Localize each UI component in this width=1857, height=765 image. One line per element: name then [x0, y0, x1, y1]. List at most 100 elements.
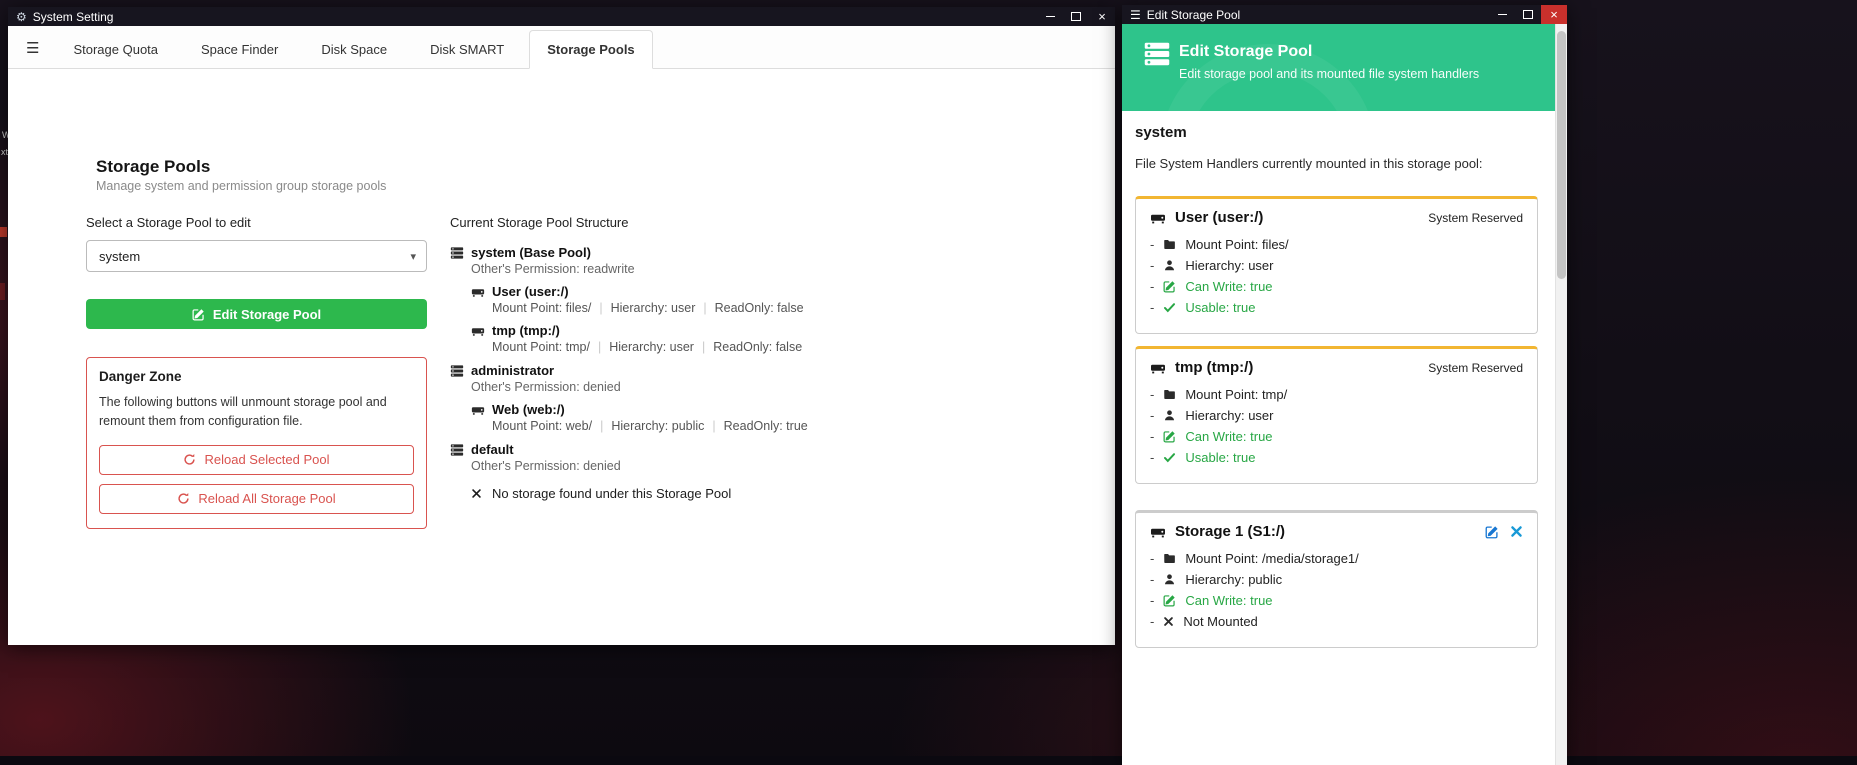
maximize-button[interactable]: [1515, 5, 1541, 24]
maximize-button[interactable]: [1063, 7, 1089, 26]
pool-permission: Other's Permission: denied: [471, 459, 1070, 473]
reload-all-pool-button[interactable]: Reload All Storage Pool: [99, 484, 414, 514]
dash: [1150, 237, 1154, 252]
dash: [1150, 300, 1154, 315]
empty-pool-text: No storage found under this Storage Pool: [492, 486, 731, 501]
maximize-icon: [1071, 12, 1081, 21]
separator: [712, 419, 715, 433]
pool-permission: Other's Permission: denied: [471, 380, 1070, 394]
gear-icon: ⚙: [16, 10, 27, 24]
close-button[interactable]: ×: [1089, 7, 1115, 26]
pool-structure-panel: Current Storage Pool Structure system (B…: [450, 215, 1070, 510]
edit-handler-button[interactable]: [1485, 525, 1499, 539]
tab-storage-pools[interactable]: Storage Pools: [529, 30, 652, 69]
tree-pool-header: administrator: [450, 363, 1070, 378]
edit-banner: Edit Storage Pool Edit storage pool and …: [1122, 24, 1567, 111]
pool-name: system: [1135, 124, 1187, 141]
tab-disk-smart[interactable]: Disk SMART: [412, 30, 522, 69]
structure-title: Current Storage Pool Structure: [450, 215, 1070, 230]
fs-detail: Hierarchy: user: [609, 340, 694, 354]
tree-fs-web: Web (web:/) Mount Point: web/ Hierarchy:…: [471, 402, 1070, 433]
handlers-description: File System Handlers currently mounted i…: [1135, 156, 1483, 171]
user-icon: [1163, 259, 1176, 272]
danger-zone-description: The following buttons will unmount stora…: [99, 393, 414, 432]
hdd-icon: [1150, 524, 1166, 540]
pool-edit-panel: Select a Storage Pool to edit system ▾ E…: [86, 215, 427, 529]
tree-pool-administrator: administrator Other's Permission: denied…: [450, 363, 1070, 433]
dash: [1150, 258, 1154, 273]
dash: [1150, 572, 1154, 587]
fs-details: Mount Point: files/ Hierarchy: user Read…: [492, 301, 1070, 315]
hdd-icon: [471, 403, 485, 417]
scrollbar-thumb[interactable]: [1557, 31, 1566, 279]
storage-pool-select[interactable]: system ▾: [86, 240, 427, 272]
remove-handler-button[interactable]: [1510, 525, 1523, 538]
fs-handler-card-storage1: Storage 1 (S1:/) Mount Point: /me: [1135, 510, 1538, 648]
pool-title: administrator: [471, 363, 554, 378]
tab-disk-space[interactable]: Disk Space: [303, 30, 405, 69]
pool-title: system (Base Pool): [471, 245, 591, 260]
danger-zone-card: Danger Zone The following buttons will u…: [86, 357, 427, 529]
row-text: Hierarchy: user: [1185, 408, 1273, 423]
separator: [600, 419, 603, 433]
pool-permission: Other's Permission: readwrite: [471, 262, 1070, 276]
card-rows: Mount Point: /media/storage1/ Hierarchy:…: [1150, 551, 1523, 629]
row-text: Mount Point: files/: [1185, 237, 1288, 252]
card-rows: Mount Point: tmp/ Hierarchy: user Can Wr…: [1150, 387, 1523, 465]
reload-selected-pool-button[interactable]: Reload Selected Pool: [99, 445, 414, 475]
row-text: Can Write: true: [1185, 593, 1272, 608]
dash: [1150, 408, 1154, 423]
row-text: Usable: true: [1185, 450, 1255, 465]
fs-title: tmp (tmp:/): [492, 323, 560, 338]
danger-zone-title: Danger Zone: [99, 369, 414, 384]
fs-detail: Mount Point: web/: [492, 419, 592, 433]
mount-point-row: Mount Point: tmp/: [1150, 387, 1523, 402]
folder-icon: [1163, 388, 1176, 401]
pencil-square-icon: [1163, 594, 1176, 607]
hdd-icon: [471, 324, 485, 338]
separator: [598, 340, 601, 354]
minimize-button[interactable]: [1489, 5, 1515, 24]
tree-fs-user: User (user:/) Mount Point: files/ Hierar…: [471, 284, 1070, 315]
reload-all-pool-label: Reload All Storage Pool: [198, 491, 335, 506]
minimize-button[interactable]: [1037, 7, 1063, 26]
refresh-icon: [183, 453, 196, 466]
dash: [1150, 593, 1154, 608]
system-reserved-badge: System Reserved: [1428, 361, 1523, 375]
server-icon: [450, 364, 464, 378]
close-button[interactable]: ×: [1541, 5, 1567, 24]
tree-pool-system: system (Base Pool) Other's Permission: r…: [450, 245, 1070, 354]
user-icon: [1163, 409, 1176, 422]
tree-fs-tmp: tmp (tmp:/) Mount Point: tmp/ Hierarchy:…: [471, 323, 1070, 354]
tab-space-finder[interactable]: Space Finder: [183, 30, 296, 69]
row-text: Mount Point: /media/storage1/: [1185, 551, 1358, 566]
close-icon: ×: [1098, 10, 1106, 23]
server-icon: [1143, 40, 1171, 68]
chevron-down-icon: ▾: [410, 250, 416, 263]
tab-bar: ☰ Storage Quota Space Finder Disk Space …: [8, 26, 1115, 69]
server-icon: [450, 443, 464, 457]
separator: [703, 301, 706, 315]
card-title: Storage 1 (S1:/): [1175, 523, 1285, 540]
scrollbar[interactable]: [1555, 24, 1567, 765]
hierarchy-row: Hierarchy: user: [1150, 408, 1523, 423]
hdd-icon: [1150, 210, 1166, 226]
fs-details: Mount Point: web/ Hierarchy: public Read…: [492, 419, 1070, 433]
tab-storage-quota[interactable]: Storage Quota: [55, 30, 176, 69]
edit-storage-pool-button[interactable]: Edit Storage Pool: [86, 299, 427, 329]
card-rows: Mount Point: files/ Hierarchy: user Can …: [1150, 237, 1523, 315]
card-header: Storage 1 (S1:/): [1150, 523, 1523, 540]
fs-title: User (user:/): [492, 284, 569, 299]
selected-pool-value: system: [99, 249, 140, 264]
menu-button[interactable]: ☰: [26, 39, 39, 57]
fs-details: Mount Point: tmp/ Hierarchy: user ReadOn…: [492, 340, 1070, 354]
tree-pool-header: system (Base Pool): [450, 245, 1070, 260]
edit-titlebar: ☰ Edit Storage Pool ×: [1122, 5, 1567, 24]
taskbar: [0, 756, 1857, 765]
usable-row: Usable: true: [1150, 450, 1523, 465]
dash: [1150, 429, 1154, 444]
fs-detail: ReadOnly: false: [715, 301, 804, 315]
fs-header: Web (web:/): [471, 402, 1070, 417]
mount-point-row: Mount Point: files/: [1150, 237, 1523, 252]
mount-point-row: Mount Point: /media/storage1/: [1150, 551, 1523, 566]
